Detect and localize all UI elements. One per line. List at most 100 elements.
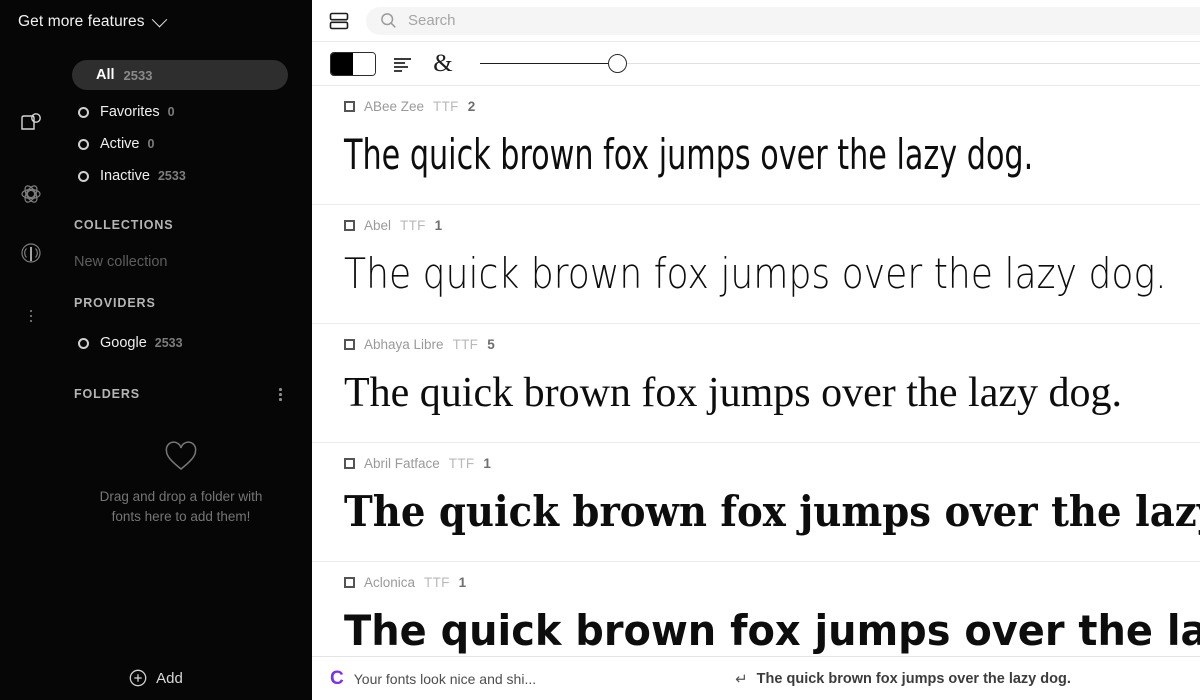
preview-text-value: The quick brown fox jumps over the lazy … — [757, 671, 1071, 687]
font-sample-text: The quick brown fox jumps over the lazy … — [344, 481, 1200, 543]
slider-track-empty — [627, 63, 1200, 64]
slider-knob[interactable] — [608, 54, 627, 73]
status-left-group: C Your fonts look nice and shi... — [330, 669, 536, 688]
ampersand-glyph: & — [433, 51, 452, 76]
statusbar: C Your fonts look nice and shi... ↵ The … — [312, 656, 1200, 700]
sidebar-body: All 2533 Favorites 0 Active 0 Inactive 2… — [0, 60, 312, 700]
font-format: TTF — [433, 99, 459, 114]
radio-icon — [78, 171, 89, 182]
sidebar-item-google[interactable]: Google 2533 — [62, 330, 300, 356]
contrast-black-half — [331, 53, 353, 75]
sidebar-content: All 2533 Favorites 0 Active 0 Inactive 2… — [62, 60, 312, 527]
table-row[interactable]: Abel TTF 1 The quick brown fox jumps ove… — [312, 205, 1200, 324]
collections-title: COLLECTIONS — [74, 218, 173, 232]
font-name: Abhaya Libre — [364, 337, 444, 352]
providers-title: PROVIDERS — [74, 296, 156, 310]
favorites-count: 0 — [168, 105, 175, 119]
font-row-meta: Abhaya Libre TTF 5 — [344, 336, 1200, 352]
font-style-count: 2 — [468, 99, 476, 114]
font-sample-text: The quick brown fox jumps over the lazy … — [344, 124, 1200, 186]
inactive-count: 2533 — [158, 169, 186, 183]
preview-toolbar: & 42px — [312, 42, 1200, 86]
font-list[interactable]: ABee Zee TTF 2 The quick brown fox jumps… — [312, 86, 1200, 656]
font-sample-text: The quick brown fox jumps over the lazy … — [344, 362, 1200, 424]
dropzone-text: Drag and drop a folder with fonts here t… — [86, 487, 276, 527]
folder-dropzone[interactable]: Drag and drop a folder with fonts here t… — [62, 441, 300, 527]
font-name: Abril Fatface — [364, 456, 440, 471]
font-style-count: 1 — [459, 575, 467, 590]
heart-icon — [164, 441, 198, 473]
font-sample-text: The quick brown fox jumps over the lazy … — [344, 600, 1200, 656]
chevron-down-icon — [151, 11, 167, 27]
active-count: 0 — [148, 137, 155, 151]
table-row[interactable]: Aclonica TTF 1 The quick brown fox jumps… — [312, 562, 1200, 656]
search-bar[interactable] — [366, 7, 1200, 35]
font-style-count: 5 — [487, 337, 495, 352]
font-row-meta: Abel TTF 1 — [344, 217, 1200, 233]
font-checkbox[interactable] — [344, 220, 355, 231]
sidebar-icon-rail — [0, 60, 62, 700]
font-checkbox[interactable] — [344, 339, 355, 350]
font-format: TTF — [449, 456, 475, 471]
font-format: TTF — [453, 337, 479, 352]
atom-icon[interactable] — [15, 178, 47, 210]
ampersand-icon[interactable]: & — [430, 51, 456, 77]
font-format: TTF — [400, 218, 426, 233]
panel-layout-icon[interactable] — [326, 8, 352, 34]
enter-key-icon: ↵ — [735, 670, 748, 688]
table-row[interactable]: ABee Zee TTF 2 The quick brown fox jumps… — [312, 86, 1200, 205]
font-row-meta: Aclonica TTF 1 — [344, 574, 1200, 590]
titlebar — [312, 0, 1200, 42]
radio-icon — [78, 139, 89, 150]
table-row[interactable]: Abril Fatface TTF 1 The quick brown fox … — [312, 443, 1200, 562]
radio-icon — [78, 338, 89, 349]
font-sample-text: The quick brown fox jumps over the lazy … — [344, 243, 1200, 305]
add-label: Add — [156, 670, 183, 687]
favorites-label: Favorites — [100, 104, 160, 120]
fonts-tag-icon[interactable] — [15, 108, 47, 140]
font-style-count: 1 — [483, 456, 491, 471]
plus-circle-icon — [129, 669, 147, 687]
status-message: Your fonts look nice and shi... — [354, 671, 536, 687]
font-checkbox[interactable] — [344, 458, 355, 469]
font-checkbox[interactable] — [344, 577, 355, 588]
add-fonts-button[interactable]: Add — [0, 656, 312, 700]
contrast-toggle-icon[interactable] — [330, 52, 376, 76]
preview-text-field[interactable]: ↵ The quick brown fox jumps over the laz… — [536, 670, 1200, 688]
font-style-count: 1 — [435, 218, 443, 233]
contrast-white-half — [353, 53, 375, 75]
folders-title: FOLDERS — [74, 387, 140, 401]
main-panel: & 42px ABee Zee TTF — [312, 0, 1200, 700]
get-more-features-label: Get more features — [18, 13, 145, 31]
folders-more-options-icon[interactable] — [275, 384, 286, 405]
font-checkbox[interactable] — [344, 101, 355, 112]
all-count: 2533 — [124, 68, 153, 83]
font-name: ABee Zee — [364, 99, 424, 114]
folders-header: FOLDERS — [62, 384, 300, 405]
sidebar-item-inactive[interactable]: Inactive 2533 — [62, 162, 300, 190]
get-more-features-button[interactable]: Get more features — [0, 0, 312, 44]
text-align-left-icon[interactable] — [390, 51, 416, 77]
new-collection-button[interactable]: New collection — [62, 254, 300, 270]
loading-c-icon: C — [330, 669, 344, 688]
sidebar: Get more features — [0, 0, 312, 700]
inactive-label: Inactive — [100, 168, 150, 184]
active-label: Active — [100, 136, 140, 152]
font-size-slider[interactable] — [480, 52, 1200, 76]
font-row-meta: ABee Zee TTF 2 — [344, 98, 1200, 114]
font-name: Aclonica — [364, 575, 415, 590]
radio-icon — [78, 107, 89, 118]
search-input[interactable] — [408, 12, 1200, 29]
table-row[interactable]: Abhaya Libre TTF 5 The quick brown fox j… — [312, 324, 1200, 443]
all-label: All — [96, 67, 115, 83]
sidebar-item-favorites[interactable]: Favorites 0 — [62, 98, 300, 126]
more-options-icon[interactable] — [15, 300, 47, 332]
broadcast-icon[interactable] — [15, 238, 47, 270]
font-format: TTF — [424, 575, 450, 590]
sidebar-item-active[interactable]: Active 0 — [62, 130, 300, 158]
vertical-dots — [26, 306, 37, 327]
slider-track-filled — [480, 63, 608, 65]
sidebar-item-all[interactable]: All 2533 — [72, 60, 288, 90]
google-label: Google — [100, 335, 147, 351]
search-icon — [380, 12, 397, 29]
